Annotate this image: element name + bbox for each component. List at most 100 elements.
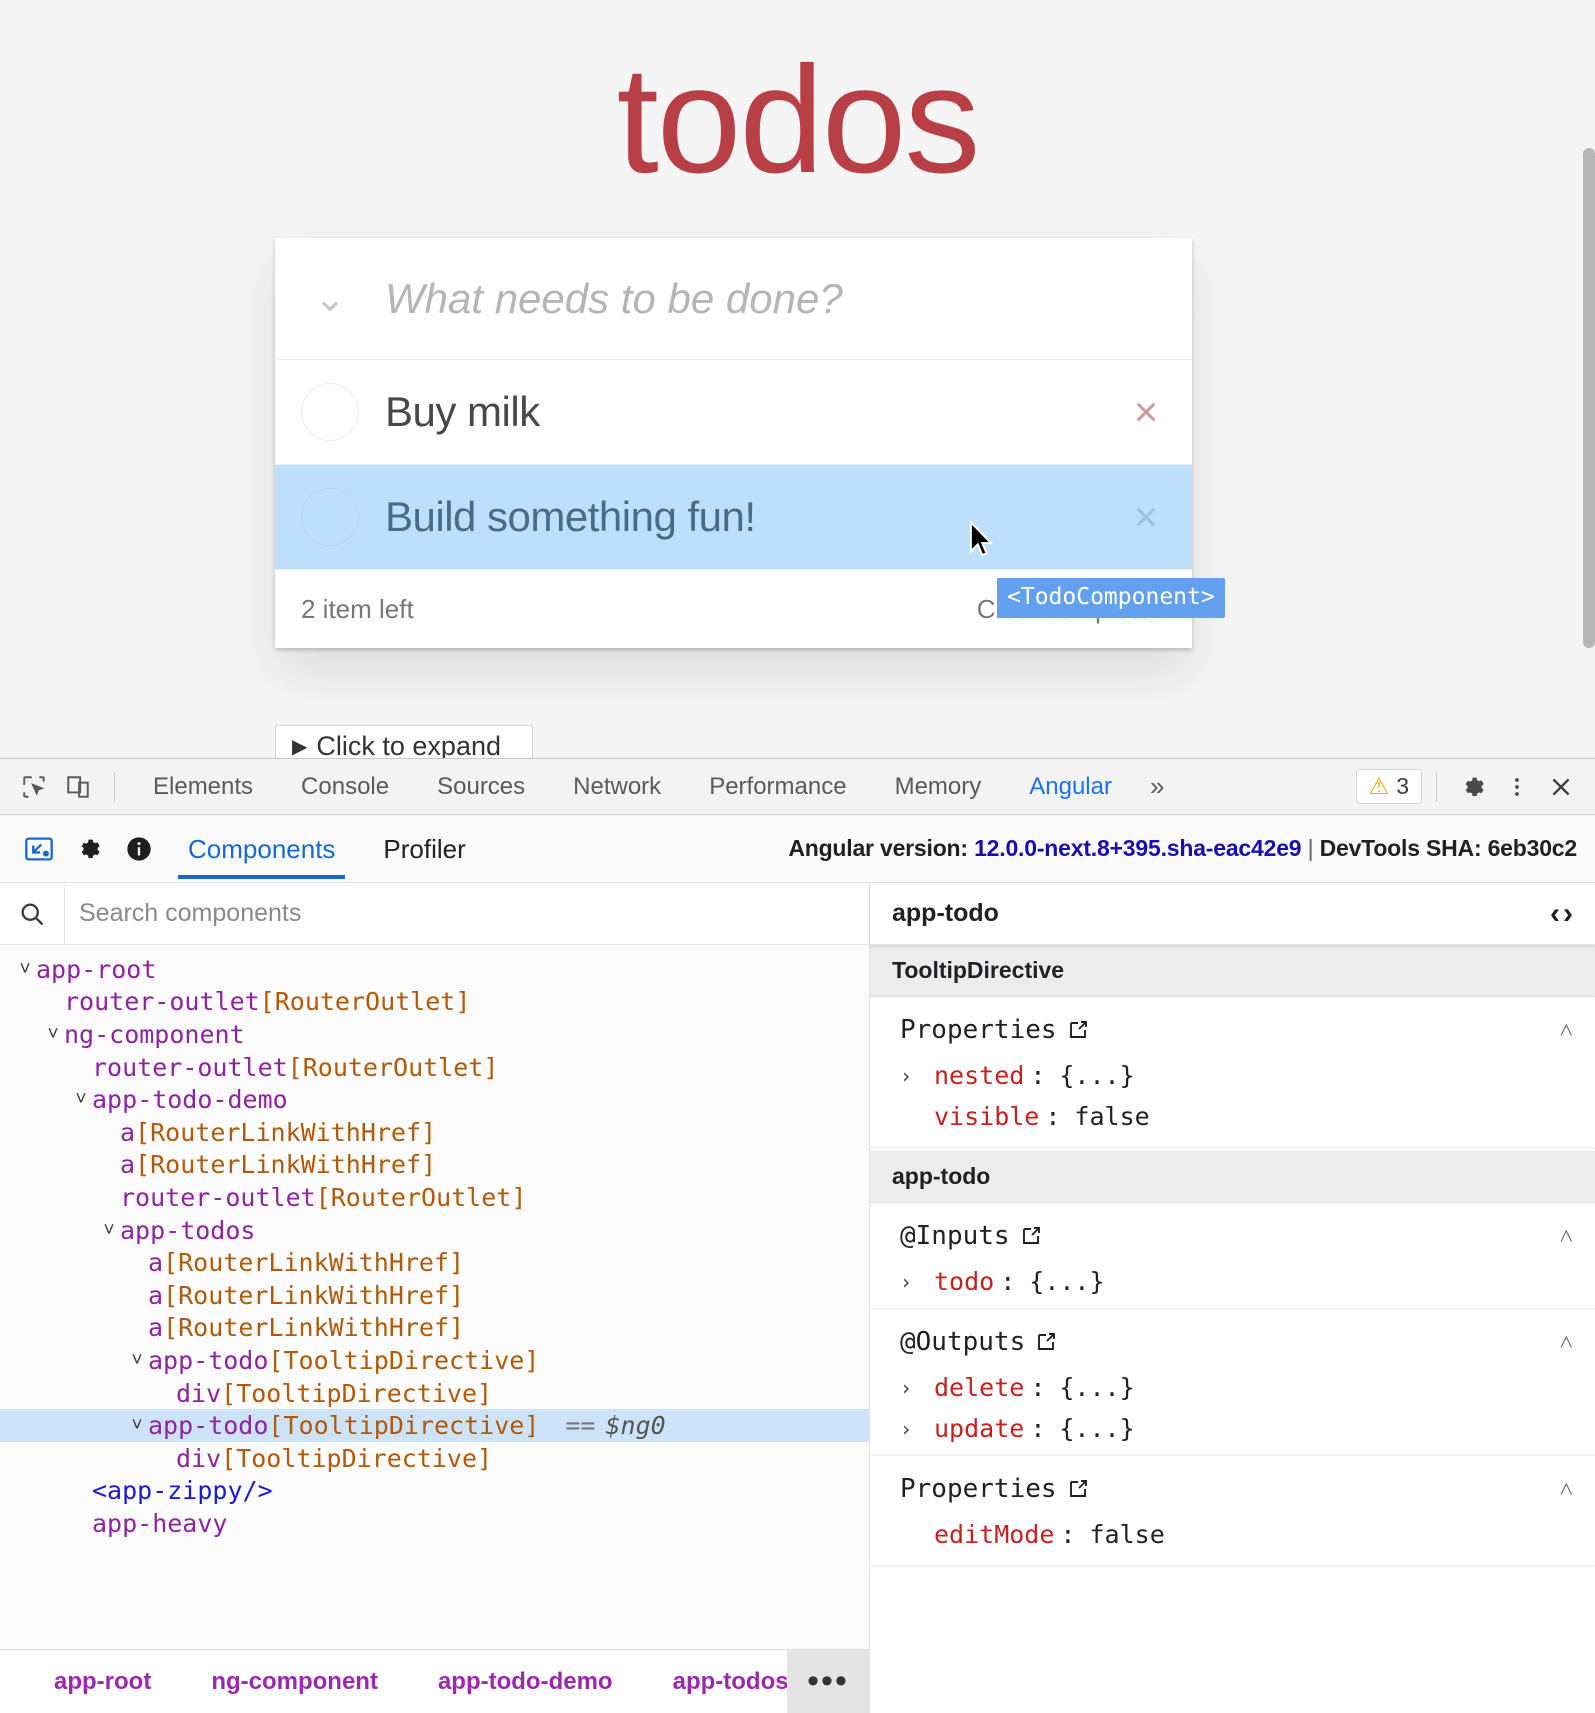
- property-row[interactable]: ·editMode:false: [870, 1514, 1595, 1555]
- search-icon[interactable]: [0, 900, 64, 928]
- chevron-up-icon[interactable]: ˄: [1559, 1477, 1573, 1501]
- open-external-icon[interactable]: [1034, 1330, 1058, 1354]
- tree-row[interactable]: ˅app-root: [0, 953, 869, 986]
- select-element-icon[interactable]: [14, 827, 64, 871]
- tree-row[interactable]: ·div[TooltipDirective]: [0, 1377, 869, 1410]
- property-value[interactable]: false: [1089, 1520, 1164, 1549]
- tab-components[interactable]: Components: [178, 818, 345, 879]
- property-row[interactable]: ·visible:false: [870, 1096, 1595, 1137]
- property-value[interactable]: false: [1074, 1102, 1149, 1131]
- info-icon[interactable]: [114, 827, 164, 871]
- todo-toggle-checkbox[interactable]: [275, 383, 385, 441]
- property-section-header[interactable]: Properties˄: [870, 1456, 1595, 1514]
- gear-icon[interactable]: [1451, 767, 1495, 807]
- tree-row[interactable]: ·router-outlet[RouterOutlet]: [0, 1181, 869, 1214]
- component-tree[interactable]: ˅app-root·router-outlet[RouterOutlet]˅ng…: [0, 945, 869, 1649]
- tree-row[interactable]: ·app-heavy: [0, 1507, 869, 1540]
- tab-profiler[interactable]: Profiler: [373, 818, 475, 879]
- property-value[interactable]: {...}: [1029, 1267, 1104, 1296]
- tree-row[interactable]: ·div[TooltipDirective]: [0, 1442, 869, 1475]
- property-value[interactable]: {...}: [1059, 1373, 1134, 1402]
- breadcrumb-item-ng-component[interactable]: ng-component: [181, 1668, 408, 1696]
- chevron-right-icon[interactable]: ›: [900, 1270, 934, 1294]
- open-external-icon[interactable]: [1066, 1018, 1090, 1042]
- property-value[interactable]: {...}: [1059, 1414, 1134, 1443]
- tree-row[interactable]: ·a[RouterLinkWithHref]: [0, 1246, 869, 1279]
- tab-console[interactable]: Console: [283, 767, 407, 807]
- property-section-header[interactable]: Properties˄: [870, 997, 1595, 1055]
- tab-network[interactable]: Network: [555, 767, 679, 807]
- chevron-down-icon[interactable]: ⌄: [275, 280, 385, 318]
- tree-row[interactable]: ˅ng-component: [0, 1018, 869, 1051]
- warning-count-badge[interactable]: ⚠ 3: [1356, 769, 1422, 804]
- tab-sources[interactable]: Sources: [419, 767, 543, 807]
- chevron-up-icon[interactable]: ˄: [1559, 1018, 1573, 1042]
- tree-caret-spacer: ·: [98, 1123, 120, 1142]
- tree-row[interactable]: ·a[RouterLinkWithHref]: [0, 1279, 869, 1312]
- tree-node-name: ng-component: [64, 1020, 245, 1049]
- property-row[interactable]: ›update:{...}: [870, 1408, 1595, 1449]
- page-scrollbar[interactable]: [1583, 148, 1595, 648]
- property-block: @Inputs˄›todo:{...} @Outputs˄›delete:{...…: [870, 1203, 1595, 1565]
- tree-row[interactable]: ˅app-todos: [0, 1214, 869, 1247]
- chevron-up-icon[interactable]: ˄: [1559, 1330, 1573, 1354]
- tab-memory[interactable]: Memory: [877, 767, 1000, 807]
- chevron-down-icon[interactable]: ˅: [126, 1351, 148, 1370]
- chevron-left-icon[interactable]: ‹: [1550, 897, 1560, 931]
- property-row[interactable]: ›delete:{...}: [870, 1367, 1595, 1408]
- breadcrumb-item-app-root[interactable]: app-root: [24, 1668, 181, 1696]
- close-icon[interactable]: [1539, 767, 1583, 807]
- play-triangle-icon: ▶: [292, 734, 307, 759]
- search-input[interactable]: [64, 884, 869, 944]
- todo-item[interactable]: Build something fun! ×: [275, 465, 1192, 570]
- breadcrumb-item-app-todo-demo[interactable]: app-todo-demo: [408, 1668, 643, 1696]
- gear-icon[interactable]: [64, 827, 114, 871]
- tab-performance[interactable]: Performance: [691, 767, 864, 807]
- new-todo-input[interactable]: [385, 275, 1192, 323]
- chevron-down-icon[interactable]: ˅: [126, 1416, 148, 1435]
- tree-row[interactable]: ·a[RouterLinkWithHref]: [0, 1116, 869, 1149]
- properties-scroll-area[interactable]: TooltipDirectiveProperties˄›nested:{...}…: [870, 945, 1595, 1713]
- chevron-right-icon[interactable]: ›: [900, 1417, 934, 1441]
- open-external-icon[interactable]: [1019, 1224, 1043, 1248]
- property-section-header[interactable]: @Inputs˄: [870, 1203, 1595, 1261]
- property-row[interactable]: ›nested:{...}: [870, 1055, 1595, 1096]
- tree-row[interactable]: ·a[RouterLinkWithHref]: [0, 1149, 869, 1182]
- tree-node-directive: [RouterLinkWithHref]: [163, 1281, 464, 1310]
- tree-row[interactable]: ˅app-todo[TooltipDirective]==$ng0: [0, 1409, 869, 1442]
- close-icon[interactable]: ×: [1100, 391, 1192, 433]
- property-value[interactable]: {...}: [1059, 1061, 1134, 1090]
- tree-row[interactable]: ˅app-todo[TooltipDirective]: [0, 1344, 869, 1377]
- tree-row[interactable]: ˅app-todo-demo: [0, 1083, 869, 1116]
- todo-toggle-checkbox[interactable]: [275, 488, 385, 546]
- more-vertical-icon[interactable]: [1495, 767, 1539, 807]
- more-tabs-icon[interactable]: »: [1136, 771, 1178, 802]
- chevron-down-icon[interactable]: ˅: [42, 1025, 64, 1044]
- tree-row[interactable]: ·router-outlet[RouterOutlet]: [0, 1051, 869, 1084]
- chevron-up-icon[interactable]: ˄: [1559, 1224, 1573, 1248]
- chevron-down-icon[interactable]: ˅: [98, 1221, 120, 1240]
- inspect-element-icon[interactable]: [12, 767, 56, 807]
- chevron-right-icon[interactable]: ›: [900, 1064, 934, 1088]
- mouse-cursor-icon: [968, 521, 994, 559]
- click-to-expand-button[interactable]: ▶ Click to expand: [275, 725, 533, 758]
- tree-row[interactable]: ·router-outlet[RouterOutlet]: [0, 986, 869, 1019]
- property-section-header[interactable]: @Outputs˄: [870, 1309, 1595, 1367]
- breadcrumb-more-icon[interactable]: •••: [787, 1650, 869, 1713]
- device-toolbar-icon[interactable]: [56, 767, 100, 807]
- tree-node-console-ref: $ng0: [605, 1411, 665, 1440]
- chevron-down-icon[interactable]: ˅: [14, 960, 36, 979]
- close-icon[interactable]: ×: [1100, 496, 1192, 538]
- chevron-down-icon[interactable]: ˅: [70, 1090, 92, 1109]
- tab-angular[interactable]: Angular: [1011, 767, 1130, 807]
- tree-row[interactable]: ·<app-zippy/>: [0, 1475, 869, 1508]
- angular-version-value[interactable]: 12.0.0-next.8+395.sha-eac42e9: [974, 835, 1301, 861]
- property-row[interactable]: ›todo:{...}: [870, 1261, 1595, 1302]
- tab-elements[interactable]: Elements: [135, 767, 271, 807]
- tree-row[interactable]: ·a[RouterLinkWithHref]: [0, 1312, 869, 1345]
- todo-item[interactable]: Buy milk ×: [275, 360, 1192, 465]
- open-external-icon[interactable]: [1066, 1477, 1090, 1501]
- tree-node-directive: [TooltipDirective]: [221, 1379, 492, 1408]
- chevron-right-icon[interactable]: ›: [1563, 897, 1573, 931]
- chevron-right-icon[interactable]: ›: [900, 1376, 934, 1400]
